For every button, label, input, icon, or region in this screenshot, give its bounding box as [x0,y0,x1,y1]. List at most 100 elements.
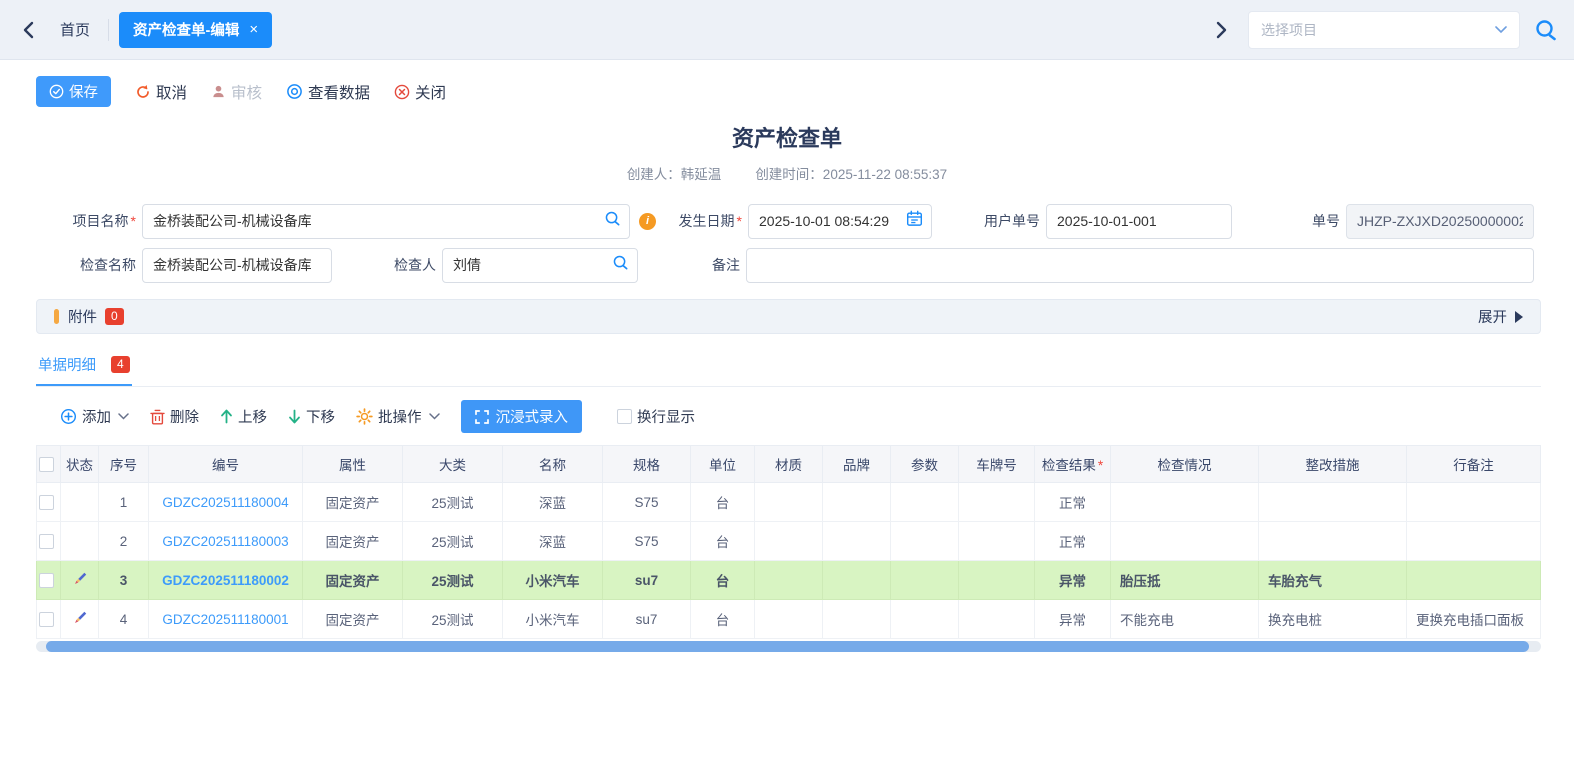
detail-tab-row: 单据明细 4 [36,350,1541,387]
column-header: 大类 [403,446,503,483]
asset-code-link[interactable]: GDZC202511180003 [162,534,288,549]
seq-cell: 1 [99,483,149,522]
header-form: 项目名称* i 发生日期* 用户单号 单号 检查名称 检查人 [0,203,1574,283]
tab-home[interactable]: 首页 [42,19,108,40]
asset-code-link[interactable]: GDZC202511180002 [162,573,289,588]
row-checkbox[interactable] [39,612,54,627]
occur-date-label: 发生日期* [662,211,742,231]
immersive-entry-button[interactable]: 沉浸式录入 [461,400,583,433]
top-tab-bar: 首页 资产检查单-编辑 × [0,0,1574,60]
row-checkbox[interactable] [39,495,54,510]
material-cell [755,561,823,600]
creator-text: 创建人：韩延温 [627,163,722,183]
user-no-input[interactable] [1046,204,1232,239]
search-icon[interactable] [1534,18,1558,42]
audit-button[interactable]: 审核 [211,81,262,103]
chevron-down-icon [118,413,129,420]
unit-cell: 台 [691,522,755,561]
doc-no-field-wrap [1346,204,1534,239]
material-cell [755,522,823,561]
row_remark-cell: 更换充电插口面板 [1407,600,1541,639]
result-cell: 正常 [1035,483,1111,522]
forward-chevron-icon[interactable] [1208,17,1234,43]
attachment-label: 附件 [68,306,97,327]
detail-table-wrap: 状态序号编号属性大类名称规格单位材质品牌参数车牌号检查结果*检查情况整改措施行备… [36,445,1541,639]
attachment-count-badge: 0 [105,308,124,325]
asset-code-link[interactable]: GDZC202511180001 [162,612,288,627]
scrollbar-thumb[interactable] [46,641,1529,652]
table-row: 1GDZC202511180004固定资产25测试深蓝S75台正常 [37,483,1541,522]
checker-label: 检查人 [380,255,436,275]
close-button[interactable]: 关闭 [394,81,446,103]
tab-detail[interactable]: 单据明细 4 [36,350,132,386]
occur-date-input[interactable] [748,204,932,239]
cancel-button[interactable]: 取消 [135,81,187,103]
batch-ops-button[interactable]: 批操作 [356,406,440,427]
unit-cell: 台 [691,561,755,600]
seq-cell: 3 [99,561,149,600]
param-cell [891,522,959,561]
asset-code-link[interactable]: GDZC202511180004 [162,495,288,510]
eye-circle-icon [286,83,303,100]
wrap-display-toggle[interactable]: 换行显示 [617,406,695,427]
column-header: 规格 [603,446,691,483]
brand-cell [823,561,891,600]
spec-cell: S75 [603,483,691,522]
search-icon[interactable] [612,254,629,276]
row-checkbox[interactable] [39,534,54,549]
info-icon[interactable]: i [639,213,656,230]
plate-cell [959,483,1035,522]
save-button[interactable]: 保存 [36,76,111,107]
project-name-input[interactable] [142,204,630,239]
brand-cell [823,483,891,522]
search-icon[interactable] [604,210,621,232]
calendar-icon[interactable] [906,210,923,232]
move-down-button[interactable]: 下移 [288,406,335,427]
column-header: 检查结果* [1035,446,1111,483]
move-up-button[interactable]: 上移 [220,406,267,427]
tab-close-icon[interactable]: × [249,22,258,37]
result-cell: 异常 [1035,600,1111,639]
attachment-bar[interactable]: 附件 0 展开 [36,299,1541,334]
table-header-row: 状态序号编号属性大类名称规格单位材质品牌参数车牌号检查结果*检查情况整改措施行备… [37,446,1541,483]
unit-cell: 台 [691,483,755,522]
table-toolbar: 添加 删除 上移 下移 [36,400,1538,433]
arrow-up-icon [220,409,233,424]
name-cell: 小米汽车 [503,561,603,600]
back-chevron-icon[interactable] [16,17,42,43]
remark-input[interactable] [746,248,1534,283]
checker-input[interactable] [442,248,638,283]
project-select[interactable] [1248,11,1520,49]
row_remark-cell [1407,483,1541,522]
chevron-down-icon [429,413,440,420]
param-cell [891,483,959,522]
tab-asset-check-edit[interactable]: 资产检查单-编辑 × [119,12,272,48]
add-button[interactable]: 添加 [60,406,129,427]
param-cell [891,600,959,639]
check-circle-icon [49,84,64,99]
status-cell [61,561,99,600]
view-data-button[interactable]: 查看数据 [286,81,370,103]
wrap-checkbox[interactable] [617,409,632,424]
project-select-input[interactable] [1261,22,1495,38]
measure-cell: 换充电桩 [1259,600,1407,639]
column-header: 材质 [755,446,823,483]
delete-button[interactable]: 删除 [150,406,199,427]
check-name-field-wrap [142,248,332,283]
row_remark-cell [1407,561,1541,600]
expand-button[interactable]: 展开 [1478,306,1523,327]
detail-count-badge: 4 [111,356,130,373]
page-title: 资产检查单 [0,121,1574,153]
fullscreen-icon [475,410,489,424]
check-name-input[interactable] [142,248,332,283]
column-header: 行备注 [1407,446,1541,483]
result-cell: 正常 [1035,522,1111,561]
situation-cell: 不能充电 [1111,600,1259,639]
column-header: 整改措施 [1259,446,1407,483]
select-all-checkbox[interactable] [39,457,54,472]
material-cell [755,600,823,639]
row-checkbox[interactable] [39,573,54,588]
occur-date-field-wrap [748,204,932,239]
table-row: 4GDZC202511180001固定资产25测试小米汽车su7台异常不能充电换… [37,600,1541,639]
user-no-field-wrap [1046,204,1232,239]
